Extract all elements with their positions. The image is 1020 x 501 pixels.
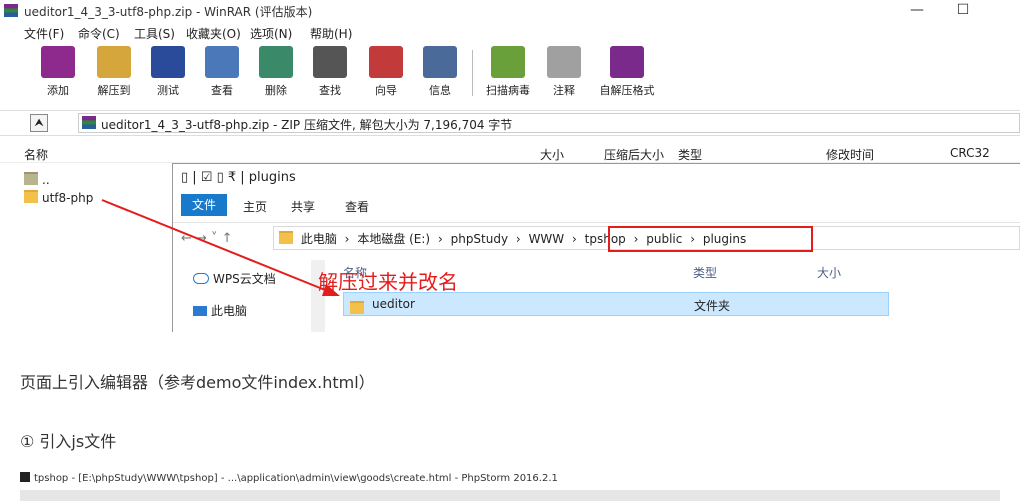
phpstorm-app-icon	[20, 472, 30, 482]
article-paragraph-2: ① 引入js文件	[20, 432, 117, 451]
annotation-arrow	[101, 199, 340, 296]
annotation-text: 解压过来并改名	[318, 270, 458, 294]
phpstorm-title-text: tpshop - [E:\phpStudy\WWW\tpshop] - ...\…	[34, 473, 558, 484]
phpstorm-menu-bar	[20, 490, 1000, 501]
phpstorm-screenshot: tpshop - [E:\phpStudy\WWW\tpshop] - ...\…	[20, 470, 1000, 501]
article-paragraph-1: 页面上引入编辑器（参考demo文件index.html）	[20, 373, 375, 392]
phpstorm-title: tpshop - [E:\phpStudy\WWW\tpshop] - ...\…	[20, 472, 558, 484]
winrar-window: ueditor1_4_3_3-utf8-php.zip - WinRAR (评估…	[0, 0, 1020, 332]
